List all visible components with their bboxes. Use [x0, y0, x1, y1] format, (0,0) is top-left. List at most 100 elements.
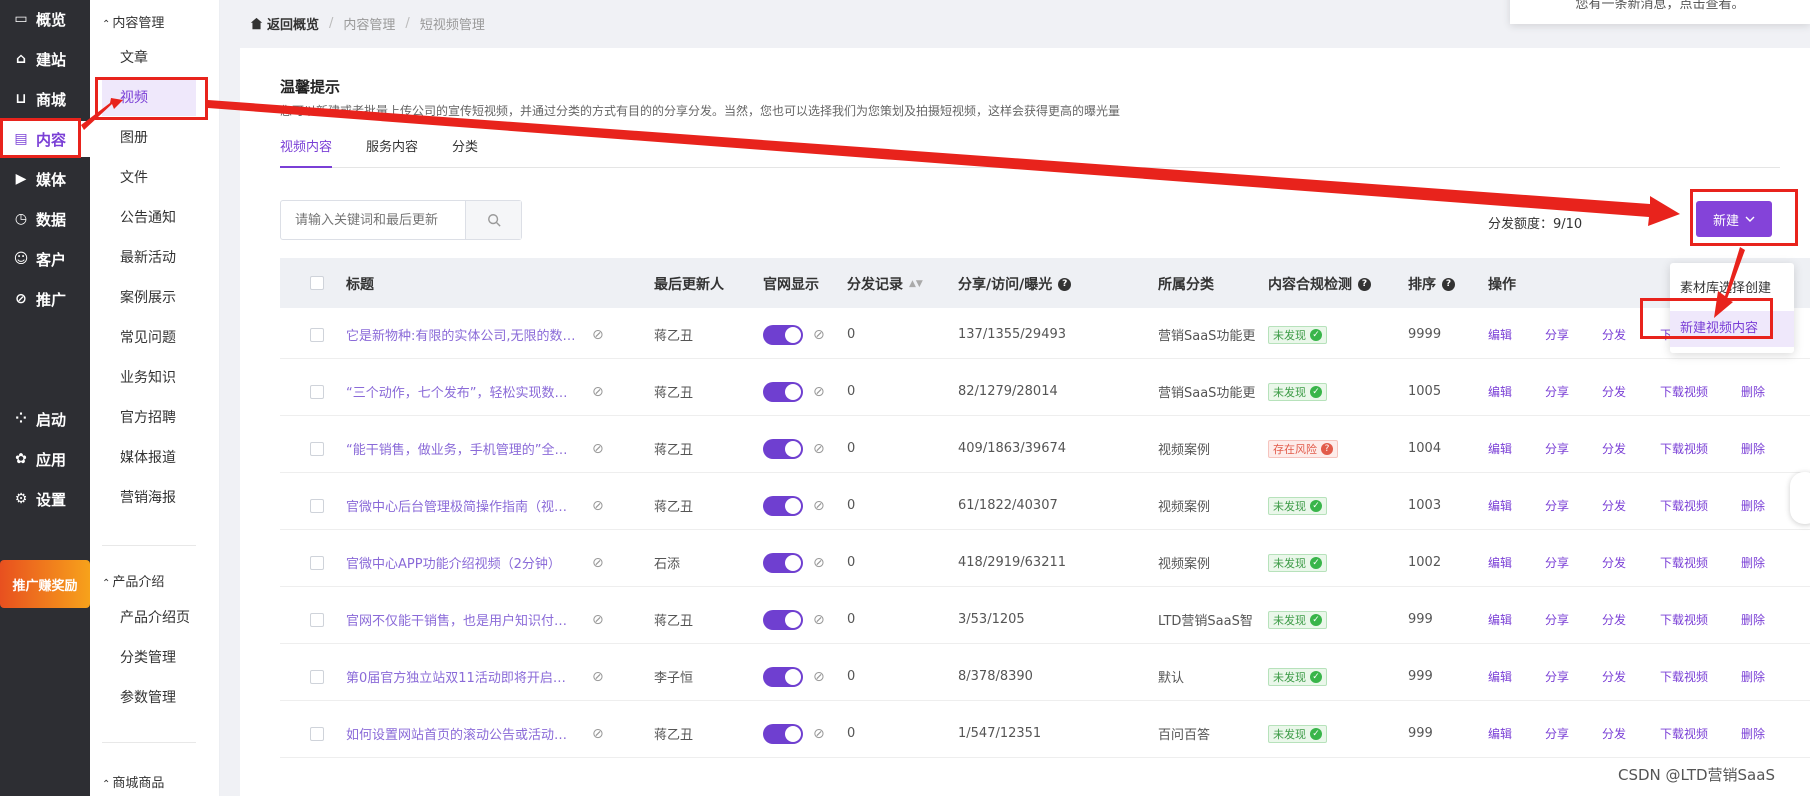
download-video-button[interactable]: 下载视频: [1660, 440, 1708, 457]
row-checkbox[interactable]: [310, 669, 324, 684]
download-video-button[interactable]: 下载视频: [1660, 554, 1708, 571]
subnav-item[interactable]: 参数管理: [102, 680, 196, 716]
tab-category[interactable]: 分类: [452, 132, 478, 168]
tab-service-content[interactable]: 服务内容: [366, 132, 418, 168]
breadcrumb-content-management[interactable]: 内容管理: [343, 14, 395, 33]
edit-button[interactable]: 编辑: [1488, 725, 1512, 742]
distribute-button[interactable]: 分发: [1602, 554, 1626, 571]
help-icon[interactable]: ?: [1358, 277, 1371, 291]
row-title-link[interactable]: 官网不仅能干销售，也是用户知识付费与…: [346, 610, 576, 629]
link-icon[interactable]: ⊘: [813, 441, 825, 457]
rail-item-apps[interactable]: ✿ 应用: [0, 441, 90, 477]
subnav-item[interactable]: 图册: [102, 120, 196, 156]
delete-button[interactable]: 删除: [1741, 440, 1765, 457]
row-checkbox[interactable]: [310, 384, 324, 399]
tab-video-content[interactable]: 视频内容: [280, 132, 333, 168]
link-icon[interactable]: ⊘: [813, 384, 825, 400]
link-icon[interactable]: ⊘: [813, 726, 825, 742]
website-display-toggle[interactable]: [763, 609, 803, 630]
distribute-button[interactable]: 分发: [1602, 497, 1626, 514]
rail-item-tag[interactable]: ⊘ 推广: [0, 281, 90, 317]
website-display-toggle[interactable]: [763, 723, 803, 744]
delete-button[interactable]: 删除: [1741, 725, 1765, 742]
link-icon[interactable]: ⊘: [592, 612, 604, 628]
link-icon[interactable]: ⊘: [813, 555, 825, 571]
row-title-link[interactable]: 如何设置网站首页的滚动公告或活动通知?: [346, 724, 576, 743]
website-display-toggle[interactable]: [763, 552, 803, 573]
website-display-toggle[interactable]: [763, 324, 803, 345]
subnav-group-title[interactable]: ⌃ 内容管理: [102, 12, 164, 31]
row-checkbox[interactable]: [310, 498, 324, 513]
share-button[interactable]: 分享: [1545, 554, 1569, 571]
rail-item-gear[interactable]: ⚙ 设置: [0, 481, 90, 517]
delete-button[interactable]: 删除: [1741, 611, 1765, 628]
link-icon[interactable]: ⊘: [813, 669, 825, 685]
edit-button[interactable]: 编辑: [1488, 326, 1512, 343]
website-display-toggle[interactable]: [763, 438, 803, 459]
help-icon[interactable]: ?: [1442, 277, 1455, 291]
subnav-item[interactable]: 营销海报: [102, 480, 196, 516]
delete-button[interactable]: 删除: [1741, 554, 1765, 571]
share-button[interactable]: 分享: [1545, 725, 1569, 742]
website-display-toggle[interactable]: [763, 495, 803, 516]
website-display-toggle[interactable]: [763, 666, 803, 687]
download-video-button[interactable]: 下载视频: [1660, 497, 1708, 514]
delete-button[interactable]: 删除: [1741, 668, 1765, 685]
subnav-item[interactable]: 最新活动: [102, 240, 196, 276]
row-checkbox[interactable]: [310, 441, 324, 456]
rail-item-user[interactable]: ☺ 客户: [0, 241, 90, 277]
link-icon[interactable]: ⊘: [813, 327, 825, 343]
promo-banner[interactable]: 推广赚奖励: [0, 560, 90, 608]
distribute-button[interactable]: 分发: [1602, 611, 1626, 628]
subnav-item[interactable]: 公告通知: [102, 200, 196, 236]
edit-button[interactable]: 编辑: [1488, 440, 1512, 457]
rail-item-chart[interactable]: ◷ 数据: [0, 201, 90, 237]
rail-item-dots[interactable]: ⁘ 启动: [0, 401, 90, 437]
share-button[interactable]: 分享: [1545, 611, 1569, 628]
subnav-item[interactable]: 文件: [102, 160, 196, 196]
floating-service-button[interactable]: [1790, 472, 1810, 524]
rail-item-monitor[interactable]: ▭ 概览: [0, 1, 90, 37]
subnav-item[interactable]: 分类管理: [102, 640, 196, 676]
subnav-item[interactable]: 产品介绍页: [102, 600, 196, 636]
delete-button[interactable]: 删除: [1741, 497, 1765, 514]
row-title-link[interactable]: 它是新物种:有限的实体公司,无限的数字…: [346, 325, 576, 344]
subnav-group-title[interactable]: ⌃ 产品介绍: [102, 571, 164, 590]
row-checkbox[interactable]: [310, 612, 324, 627]
distribute-button[interactable]: 分发: [1602, 440, 1626, 457]
subnav-item[interactable]: 媒体报道: [102, 440, 196, 476]
select-all-checkbox[interactable]: [310, 276, 324, 290]
row-checkbox[interactable]: [310, 555, 324, 570]
distribute-button[interactable]: 分发: [1602, 668, 1626, 685]
distribute-button[interactable]: 分发: [1602, 725, 1626, 742]
rail-item-cart[interactable]: ⊔ 商城: [0, 81, 90, 117]
row-title-link[interactable]: 第0届官方独立站双11活动即将开启！LT…: [346, 667, 576, 686]
link-icon[interactable]: ⊘: [813, 498, 825, 514]
back-home-link[interactable]: 返回概览: [250, 14, 319, 33]
download-video-button[interactable]: 下载视频: [1660, 725, 1708, 742]
share-button[interactable]: 分享: [1545, 383, 1569, 400]
rail-item-home[interactable]: ⌂ 建站: [0, 41, 90, 77]
link-icon[interactable]: ⊘: [592, 384, 604, 400]
delete-button[interactable]: 删除: [1741, 383, 1765, 400]
notification-popup[interactable]: 您有一条新消息，点击查看。: [1510, 0, 1810, 24]
subnav-item[interactable]: 业务知识: [102, 360, 196, 396]
edit-button[interactable]: 编辑: [1488, 668, 1512, 685]
edit-button[interactable]: 编辑: [1488, 497, 1512, 514]
col-records[interactable]: 分发记录 ▲▼: [847, 274, 923, 294]
website-display-toggle[interactable]: [763, 381, 803, 402]
link-icon[interactable]: ⊘: [592, 498, 604, 514]
link-icon[interactable]: ⊘: [813, 612, 825, 628]
subnav-item[interactable]: 文章: [102, 40, 196, 76]
row-checkbox[interactable]: [310, 327, 324, 342]
subnav-item[interactable]: 官方招聘: [102, 400, 196, 436]
download-video-button[interactable]: 下载视频: [1660, 611, 1708, 628]
subnav-item[interactable]: 常见问题: [102, 320, 196, 356]
row-title-link[interactable]: 官微中心后台管理极简操作指南（视频版）: [346, 496, 576, 515]
subnav-item[interactable]: 案例展示: [102, 280, 196, 316]
link-icon[interactable]: ⊘: [592, 555, 604, 571]
link-icon[interactable]: ⊘: [592, 441, 604, 457]
subnav-group-title[interactable]: ⌃ 商城商品: [102, 772, 164, 791]
edit-button[interactable]: 编辑: [1488, 554, 1512, 571]
rail-item-video[interactable]: ▶ 媒体: [0, 161, 90, 197]
